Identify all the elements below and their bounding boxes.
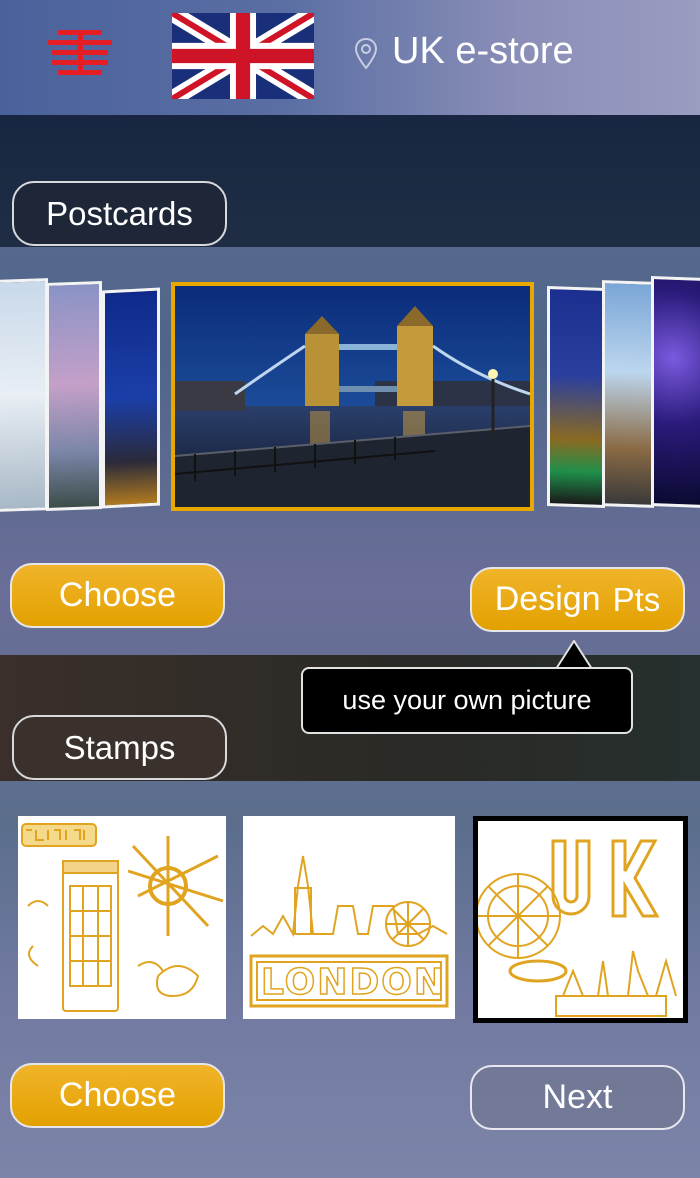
postcard-thumbnail[interactable] bbox=[602, 280, 654, 508]
design-tooltip: use your own picture bbox=[301, 667, 633, 734]
union-jack-flag-icon[interactable] bbox=[172, 13, 314, 99]
postcard-thumbnail[interactable] bbox=[102, 287, 160, 509]
design-button-suffix: Pts bbox=[612, 580, 661, 618]
postcard-thumbnail[interactable] bbox=[547, 285, 605, 509]
postcard-carousel[interactable] bbox=[0, 265, 700, 535]
stamp-uk-eye[interactable] bbox=[473, 816, 688, 1023]
menu-icon[interactable] bbox=[48, 30, 112, 78]
postcard-selected[interactable] bbox=[171, 282, 534, 511]
stamp-telephone-box[interactable] bbox=[18, 816, 226, 1019]
next-button[interactable]: Next bbox=[470, 1065, 685, 1130]
tooltip-arrow bbox=[554, 640, 594, 670]
design-button-label: Design bbox=[494, 580, 601, 618]
postcard-thumbnail[interactable] bbox=[651, 276, 700, 508]
postcard-thumbnail[interactable] bbox=[0, 278, 48, 512]
map-pin-icon bbox=[354, 37, 378, 70]
store-title: UK e-store bbox=[392, 30, 574, 72]
stamps-section-label: Stamps bbox=[12, 715, 227, 780]
design-own-postcard-button[interactable]: Design Pts bbox=[470, 567, 685, 632]
postcards-section-label: Postcards bbox=[12, 181, 227, 246]
header-bar: UK e-store bbox=[0, 0, 700, 115]
postcard-thumbnail[interactable] bbox=[46, 281, 102, 511]
stamp-london-text: LONDON bbox=[260, 961, 447, 1004]
choose-stamp-button[interactable]: Choose bbox=[10, 1063, 225, 1128]
choose-postcard-button[interactable]: Choose bbox=[10, 563, 225, 628]
stamp-london-skyline[interactable]: LONDON bbox=[243, 816, 455, 1019]
